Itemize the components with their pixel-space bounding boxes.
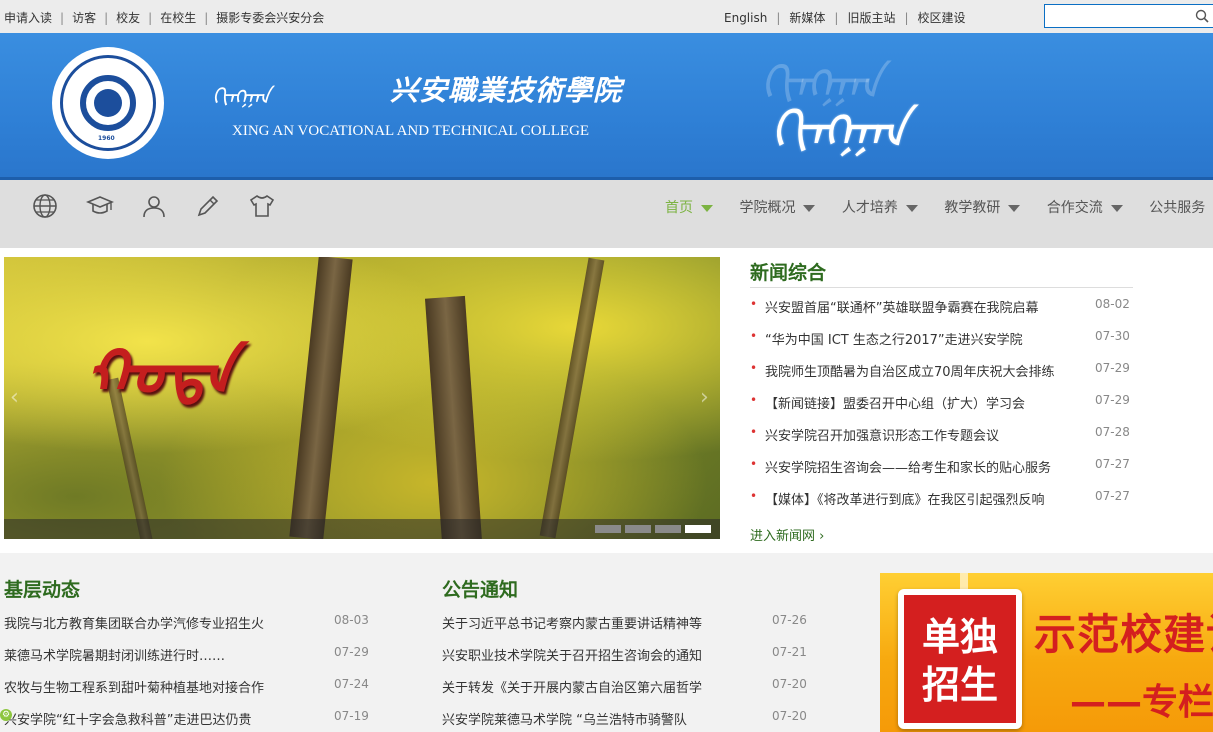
- slider-dot[interactable]: [625, 525, 651, 533]
- slider-prev-icon[interactable]: ‹: [10, 385, 19, 410]
- slider-next-icon[interactable]: ›: [700, 385, 709, 410]
- menu-home[interactable]: 首页: [665, 197, 713, 217]
- main-menu: 首页 学院概况 人才培养 教学教研 合作交流 公共服务: [665, 197, 1213, 217]
- notice-item[interactable]: 关于转发《关于开展内蒙古自治区第六届哲学 07-20: [442, 677, 812, 697]
- menu-teaching[interactable]: 教学教研: [944, 197, 1021, 217]
- slider-indicator-bar: [4, 519, 720, 539]
- header-banner: ᠬᠢᠩᠭᠠᠨ 1960 ᠬᠢᠩᠭᠠᠨ 兴安職業技術學院 XING AN VOCA…: [0, 33, 1213, 180]
- news-item[interactable]: • “华为中国 ICT 生态之行2017”走进兴安学院 07-30: [750, 329, 1130, 349]
- tree-trunk: [539, 257, 605, 539]
- mongolian-name: ᠬᠢᠩᠭᠠᠨ: [212, 85, 271, 110]
- notice-item[interactable]: 关于习近平总书记考察内蒙古重要讲话精神等 07-26: [442, 613, 812, 633]
- news-item[interactable]: • 【媒体】《将改革进行到底》在我区引起强烈反响 07-27: [750, 489, 1130, 509]
- slider-dot[interactable]: [595, 525, 621, 533]
- college-name-english: XING AN VOCATIONAL AND TECHNICAL COLLEGE: [232, 123, 590, 139]
- top-link-alumni[interactable]: 校友: [116, 11, 140, 25]
- chevron-down-icon: [1008, 204, 1021, 212]
- news-item[interactable]: • 【新闻链接】盟委召开中心组（扩大）学习会 07-29: [750, 393, 1130, 413]
- grassroots-item[interactable]: 莱德马术学院暑期封闭训练进行时…… 07-29: [4, 645, 374, 665]
- notices-section-title: 公告通知: [442, 579, 519, 601]
- graduation-cap-icon[interactable]: [85, 192, 115, 220]
- news-item[interactable]: • 兴安学院招生咨询会——给考生和家长的贴心服务 07-27: [750, 457, 1130, 477]
- tree-trunk: [289, 257, 353, 539]
- ad-subline: ——专栏: [1070, 682, 1213, 723]
- news-item[interactable]: • 兴安盟首届“联通杯”英雄联盟争霸赛在我院启幕 08-02: [750, 297, 1130, 317]
- search-icon[interactable]: [1195, 9, 1209, 27]
- chevron-down-icon: [803, 204, 816, 212]
- college-logo[interactable]: 1960: [52, 47, 164, 159]
- college-name-chinese: 兴安職業技術學院: [390, 74, 623, 107]
- top-link-apply[interactable]: 申请入读: [4, 11, 52, 25]
- admission-badge-text: 单独招生: [921, 615, 998, 707]
- top-link-campus-build[interactable]: 校区建设: [918, 11, 966, 25]
- divider: [750, 287, 1133, 288]
- notice-item[interactable]: 兴安学院莱德马术学院 “乌兰浩特市骑警队 07-20: [442, 709, 812, 729]
- search-input[interactable]: [1045, 5, 1195, 27]
- gear-icon[interactable]: ⚙: [0, 709, 12, 721]
- search-box: [1044, 4, 1213, 28]
- top-link-new-media[interactable]: 新媒体: [789, 11, 825, 25]
- top-link-students[interactable]: 在校生: [160, 11, 196, 25]
- image-slider[interactable]: ᠬᠣᠳᠠ ‹ ›: [4, 257, 720, 539]
- pencil-icon[interactable]: [194, 192, 222, 220]
- globe-icon[interactable]: [31, 192, 59, 220]
- top-bar: 申请入读 | 访客 | 校友 | 在校生 | 摄影专委会兴安分会 English | 新媒体 | 旧版主…: [0, 0, 1213, 33]
- notice-item[interactable]: 兴安职业技术学院关于召开招生咨询会的通知 07-21: [442, 645, 812, 665]
- menu-talent[interactable]: 人才培养: [842, 197, 918, 217]
- decorative-script: ᠬᠢᠩᠭᠠᠨ: [770, 101, 909, 161]
- top-link-english[interactable]: English: [724, 11, 767, 25]
- slider-dot-active[interactable]: [685, 525, 711, 533]
- logo-year: 1960: [98, 135, 115, 142]
- admission-badge: 单独招生: [898, 589, 1022, 729]
- news-more-link[interactable]: 进入新闻网 ›: [750, 525, 824, 544]
- top-right-links: English | 新媒体 | 旧版主站 | 校区建设: [724, 11, 966, 25]
- user-icon[interactable]: [140, 192, 168, 220]
- chevron-down-icon: [1110, 204, 1123, 212]
- top-link-visitor[interactable]: 访客: [72, 11, 96, 25]
- news-item[interactable]: • 我院师生顶酷暑为自治区成立70周年庆祝大会排练 07-29: [750, 361, 1130, 381]
- tree-trunk: [424, 295, 484, 539]
- menu-about[interactable]: 学院概况: [739, 197, 816, 217]
- news-item[interactable]: • 兴安学院召开加强意识形态工作专题会议 07-28: [750, 425, 1130, 445]
- chevron-right-icon: ›: [819, 529, 825, 544]
- chevron-down-icon: [701, 204, 713, 212]
- top-left-links: 申请入读 | 访客 | 校友 | 在校生 | 摄影专委会兴安分会: [4, 11, 325, 25]
- news-section-title: 新闻综合: [750, 262, 827, 284]
- top-link-photography[interactable]: 摄影专委会兴安分会: [216, 11, 324, 25]
- slider-dot[interactable]: [655, 525, 681, 533]
- menu-services[interactable]: 公共服务: [1149, 197, 1213, 217]
- slider-caption: ᠬᠣᠳᠠ: [86, 336, 235, 409]
- grassroots-section-title: 基层动态: [4, 579, 81, 601]
- grassroots-item[interactable]: 兴安学院“红十字会急救科普”走进巴达仍贵 07-19: [4, 709, 374, 729]
- chevron-down-icon: [905, 204, 918, 212]
- menu-cooperation[interactable]: 合作交流: [1047, 197, 1123, 217]
- main-nav: 首页 学院概况 人才培养 教学教研 合作交流 公共服务: [0, 180, 1213, 248]
- top-link-old-site[interactable]: 旧版主站: [847, 11, 895, 25]
- grassroots-item[interactable]: 农牧与生物工程系到甜叶菊种植基地对接合作 07-24: [4, 677, 374, 697]
- shirt-icon[interactable]: [248, 192, 276, 220]
- demo-school-banner-ad[interactable]: 单独招生 示范校建设 ——专栏: [880, 573, 1213, 732]
- grassroots-item[interactable]: 我院与北方教育集团联合办学汽修专业招生火 08-03: [4, 613, 374, 633]
- ad-headline: 示范校建设: [1034, 610, 1213, 659]
